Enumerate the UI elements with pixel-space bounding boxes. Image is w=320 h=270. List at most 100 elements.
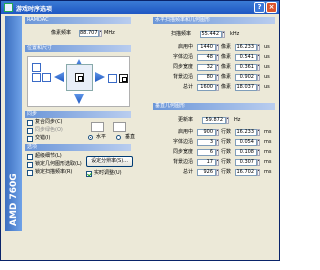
time-field[interactable]: 0.902 bbox=[235, 74, 257, 81]
pixels-field[interactable]: 32 bbox=[197, 64, 216, 71]
horizontal-polarity-control[interactable] bbox=[91, 122, 104, 132]
set-resolution-button[interactable]: 设定分辨率(S)... bbox=[86, 156, 133, 167]
help-button[interactable]: ? bbox=[254, 2, 265, 13]
pixels-field[interactable]: 1600 bbox=[197, 84, 216, 91]
refresh-rate-label: 更新率 bbox=[178, 117, 194, 123]
lines-spinner[interactable] bbox=[216, 129, 219, 136]
time-spinner[interactable] bbox=[257, 54, 260, 61]
time-unit-label: ms bbox=[264, 169, 272, 175]
time-spinner[interactable] bbox=[257, 74, 260, 81]
pixels-field[interactable]: 48 bbox=[197, 54, 216, 61]
row-label: 背景边沿 bbox=[172, 74, 193, 80]
lock-aspect-checkbox[interactable] bbox=[27, 162, 33, 168]
close-button[interactable]: × bbox=[266, 2, 277, 13]
unit-label: 行数 bbox=[221, 149, 232, 155]
time-spinner[interactable] bbox=[257, 159, 260, 166]
time-unit-label: us bbox=[264, 54, 270, 60]
advanced-mode-label: 超级细节(L) bbox=[35, 153, 62, 159]
game-timing-dialog: 游戏时序选项 ? × AMD 760G RAMDAC 像素频率 88.707 M… bbox=[0, 0, 280, 261]
time-field[interactable]: 18.037 bbox=[235, 84, 257, 91]
sync-on-green-label: 同步绿色(O) bbox=[35, 127, 63, 133]
lines-field[interactable]: 6 bbox=[197, 149, 216, 156]
row-label: 总计 bbox=[182, 169, 193, 175]
refresh-rate-unit: Hz bbox=[234, 117, 241, 123]
brand-label: AMD 760G bbox=[9, 173, 19, 226]
row-label: 同步宽度 bbox=[172, 64, 193, 70]
time-spinner[interactable] bbox=[257, 149, 260, 156]
time-unit-label: ms bbox=[264, 139, 272, 145]
scan-rate-field[interactable]: 55.442 bbox=[200, 31, 222, 38]
time-field[interactable]: 16.233 bbox=[235, 129, 257, 136]
advanced-mode-checkbox[interactable] bbox=[27, 154, 33, 160]
lines-spinner[interactable] bbox=[216, 149, 219, 156]
pixels-spinner[interactable] bbox=[216, 44, 219, 51]
time-field[interactable]: 0.361 bbox=[235, 64, 257, 71]
refresh-rate-field[interactable]: 59.872 bbox=[202, 117, 226, 124]
lines-spinner[interactable] bbox=[216, 139, 219, 146]
pixels-spinner[interactable] bbox=[216, 84, 219, 91]
expand-horizontal-icon[interactable] bbox=[108, 74, 117, 83]
options-header: 选项 bbox=[25, 144, 131, 151]
unit-label: 像素 bbox=[221, 84, 232, 90]
vertical-polarity-control[interactable] bbox=[113, 122, 126, 132]
time-spinner[interactable] bbox=[257, 169, 260, 176]
row-label: 背景边沿 bbox=[172, 159, 193, 165]
pixel-clock-spinner[interactable] bbox=[99, 30, 102, 37]
time-field[interactable]: 0.541 bbox=[235, 54, 257, 61]
row-label: 字体边沿 bbox=[172, 139, 193, 145]
interlaced-checkbox[interactable] bbox=[27, 136, 33, 142]
time-spinner[interactable] bbox=[257, 64, 260, 71]
reset-size-icon[interactable] bbox=[119, 74, 128, 83]
unit-label: 行数 bbox=[221, 169, 232, 175]
scan-rate-spinner[interactable] bbox=[222, 31, 225, 38]
row-label: 启用中 bbox=[177, 129, 193, 135]
time-spinner[interactable] bbox=[257, 129, 260, 136]
time-spinner[interactable] bbox=[257, 139, 260, 146]
pixels-spinner[interactable] bbox=[216, 74, 219, 81]
lines-field[interactable]: 3 bbox=[197, 139, 216, 146]
lines-field[interactable]: 900 bbox=[197, 129, 216, 136]
pixels-spinner[interactable] bbox=[216, 64, 219, 71]
time-field[interactable]: 0.108 bbox=[235, 149, 257, 156]
vertical-polarity-radio[interactable] bbox=[116, 135, 121, 140]
time-field[interactable]: 0.307 bbox=[235, 159, 257, 166]
unit-label: 行数 bbox=[221, 129, 232, 135]
pixels-field[interactable]: 1440 bbox=[197, 44, 216, 51]
move-left-arrow-icon[interactable] bbox=[54, 72, 64, 82]
realtime-update-label: 实时调整(U) bbox=[94, 170, 122, 176]
lock-refresh-checkbox[interactable] bbox=[27, 170, 33, 176]
position-control-panel bbox=[27, 56, 130, 107]
time-spinner[interactable] bbox=[257, 44, 260, 51]
window-title: 游戏时序选项 bbox=[16, 6, 53, 13]
shrink-vertical-icon[interactable] bbox=[32, 63, 41, 72]
expand-vertical-icon[interactable] bbox=[32, 73, 41, 82]
unit-label: 行数 bbox=[221, 139, 232, 145]
composite-sync-checkbox[interactable] bbox=[27, 120, 33, 126]
center-icon[interactable] bbox=[75, 73, 84, 82]
row-label: 字体边沿 bbox=[172, 54, 193, 60]
pixels-field[interactable]: 80 bbox=[197, 74, 216, 81]
lines-spinner[interactable] bbox=[216, 169, 219, 176]
sync-on-green-checkbox[interactable] bbox=[27, 128, 33, 134]
time-field[interactable]: 16.702 bbox=[235, 169, 257, 176]
refresh-rate-spinner[interactable] bbox=[226, 117, 229, 124]
lock-aspect-label: 锁定几何图形选取(L) bbox=[35, 161, 82, 167]
pixels-spinner[interactable] bbox=[216, 54, 219, 61]
move-down-arrow-icon[interactable] bbox=[74, 94, 84, 104]
unit-label: 行数 bbox=[221, 159, 232, 165]
horizontal-polarity-radio[interactable] bbox=[88, 135, 93, 140]
scan-rate-unit: kHz bbox=[230, 31, 240, 37]
time-field[interactable]: 0.054 bbox=[235, 139, 257, 146]
pixel-clock-label: 像素频率 bbox=[51, 30, 72, 36]
time-field[interactable]: 16.233 bbox=[235, 44, 257, 51]
interlaced-label: 交错(I) bbox=[35, 135, 51, 141]
time-unit-label: ms bbox=[264, 149, 272, 155]
lines-field[interactable]: 926 bbox=[197, 169, 216, 176]
lines-field[interactable]: 17 bbox=[197, 159, 216, 166]
lines-spinner[interactable] bbox=[216, 159, 219, 166]
move-right-arrow-icon[interactable] bbox=[95, 72, 105, 82]
realtime-update-checkbox[interactable] bbox=[86, 171, 92, 177]
shrink-horizontal-icon[interactable] bbox=[42, 73, 51, 82]
pixel-clock-field[interactable]: 88.707 bbox=[79, 30, 99, 37]
time-spinner[interactable] bbox=[257, 84, 260, 91]
